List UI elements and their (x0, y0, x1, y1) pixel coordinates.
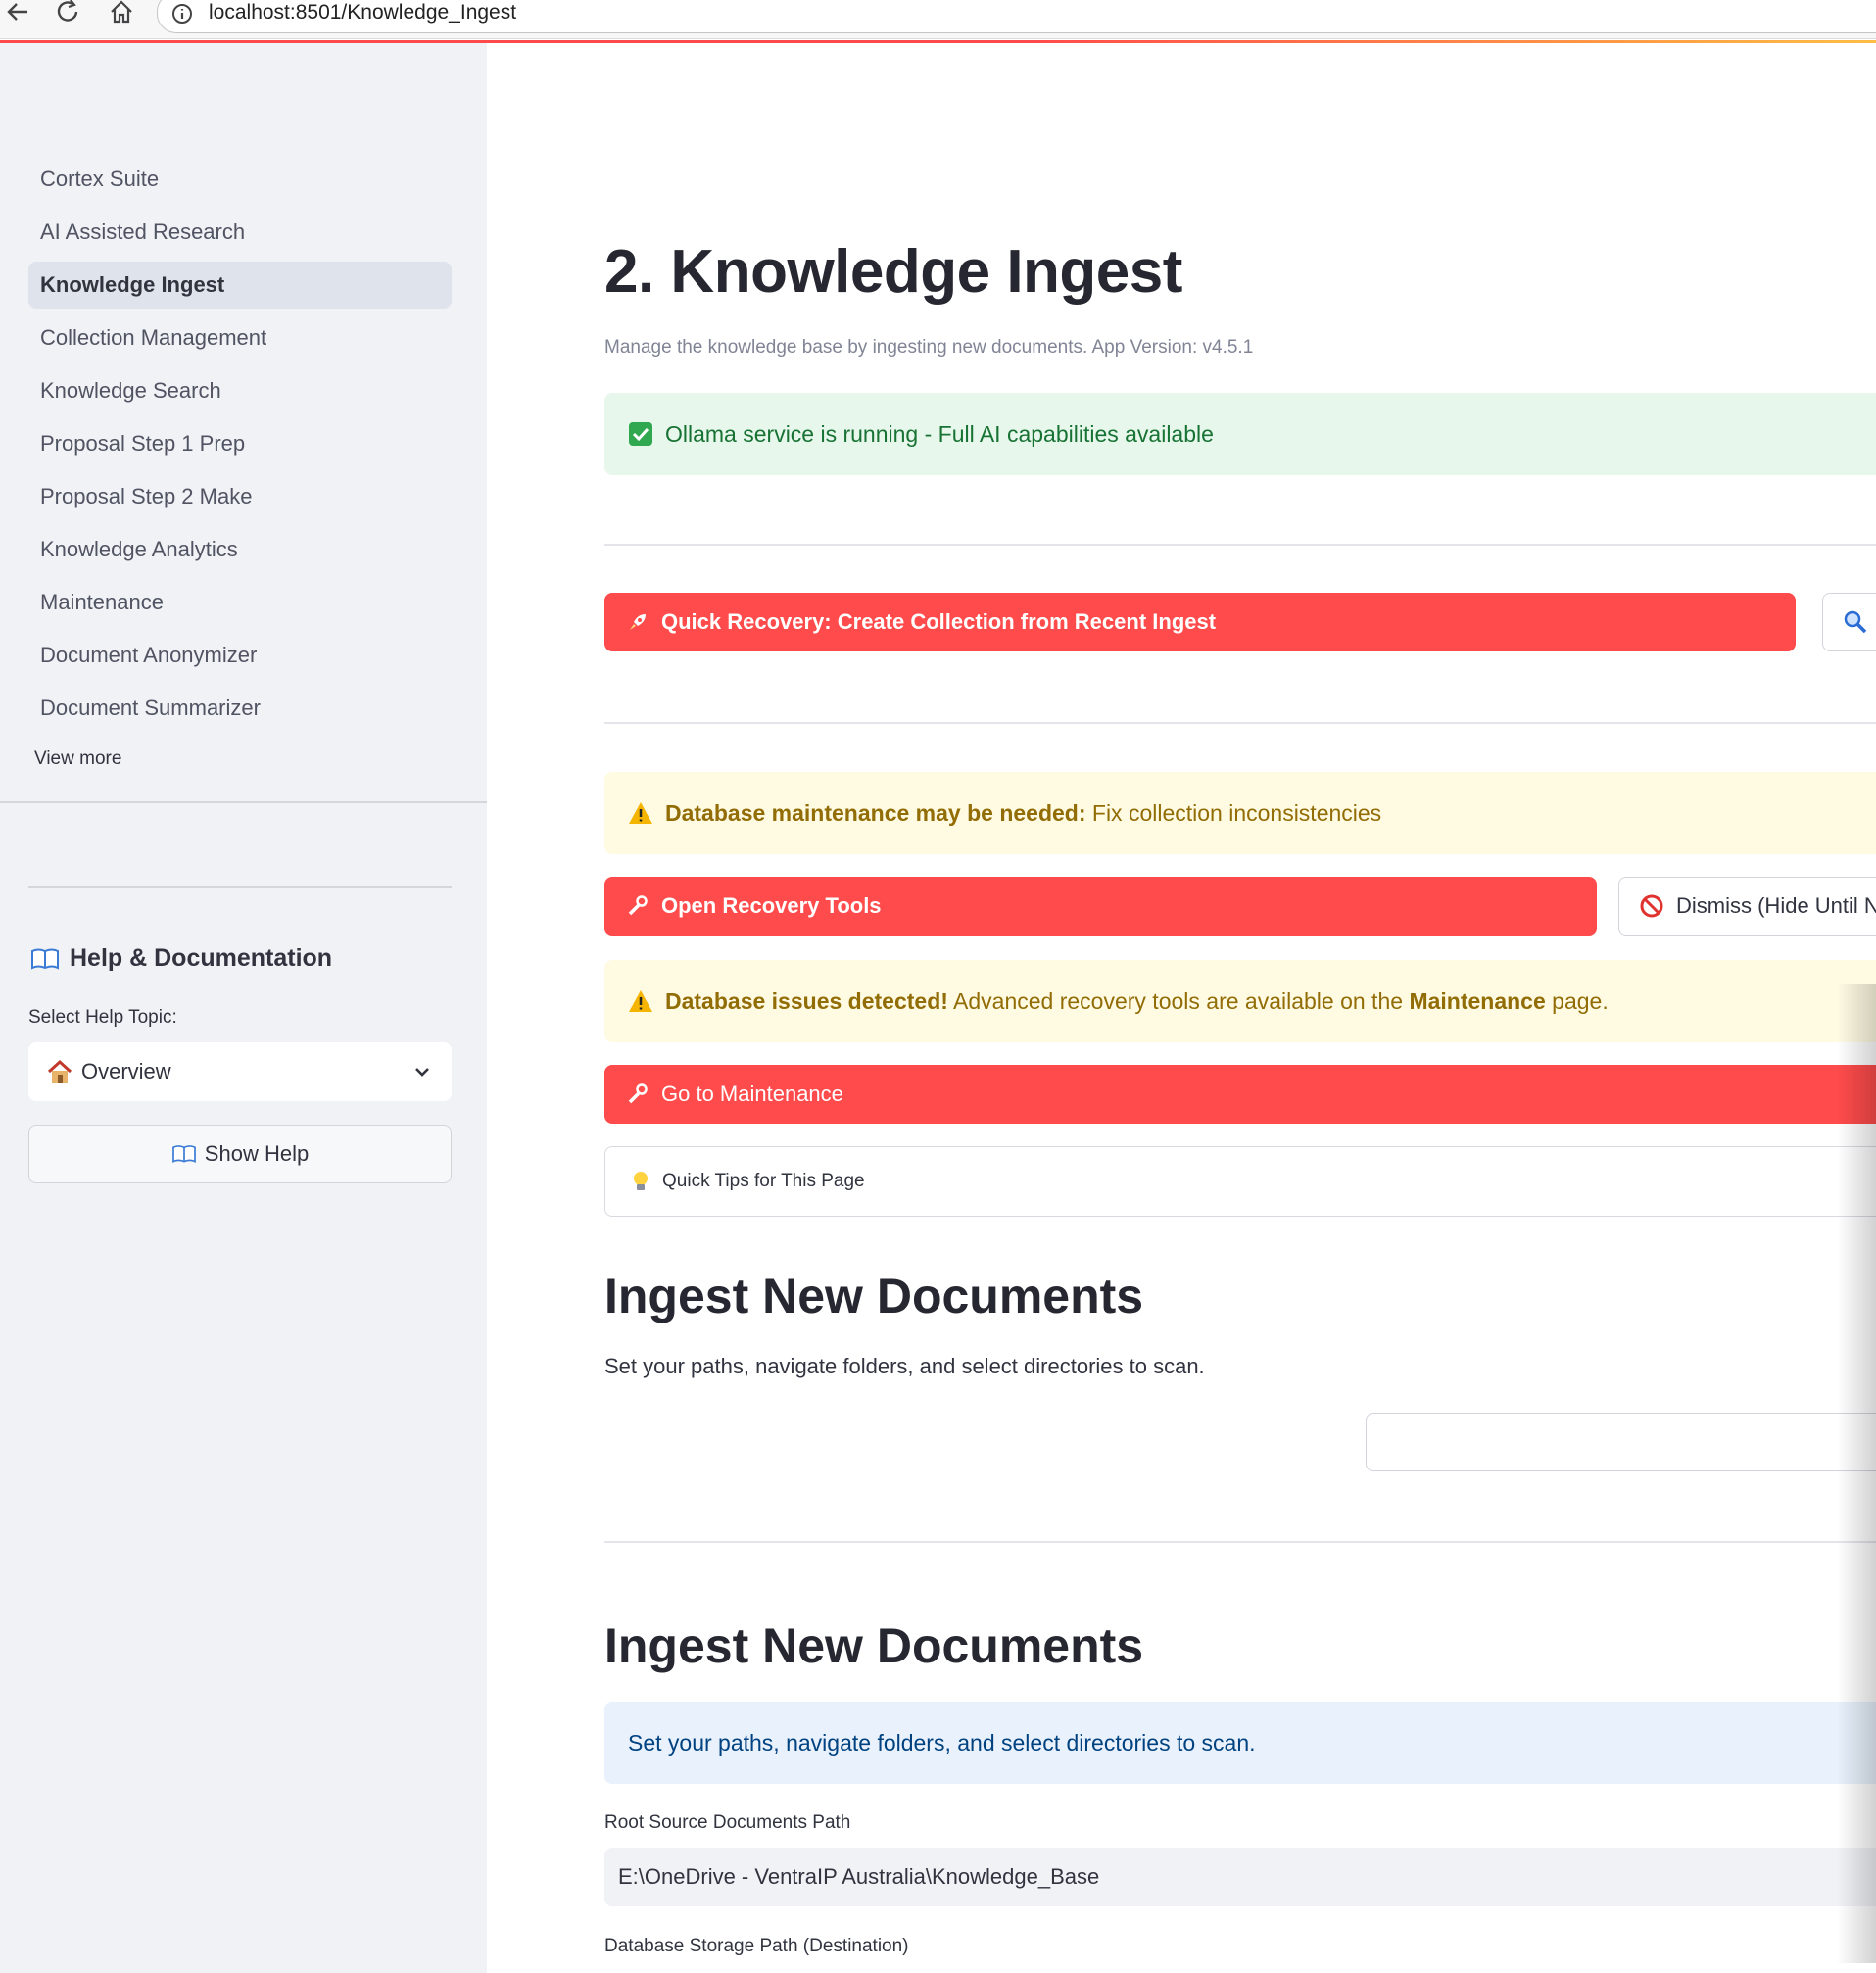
open-recovery-label: Open Recovery Tools (661, 893, 882, 918)
dismiss-button[interactable]: Dismiss (Hide Until N (1618, 877, 1876, 936)
sidebar-nav: Cortex Suite AI Assisted Research Knowledg… (28, 156, 452, 738)
sidebar-item-cortex-suite[interactable]: Cortex Suite (28, 156, 452, 203)
ingest-info-alert: Set your paths, navigate folders, and se… (604, 1702, 1876, 1784)
db-issues-detail: Advanced recovery tools are available on… (953, 987, 1404, 1014)
open-recovery-tools-button[interactable]: Open Recovery Tools (604, 877, 1597, 936)
sidebar-divider (0, 801, 487, 803)
divider (604, 722, 1876, 724)
db-maintenance-bold: Database maintenance may be needed: (665, 799, 1086, 826)
quick-tips-expander[interactable]: Quick Tips for This Page (604, 1146, 1876, 1217)
address-bar[interactable]: localhost:8501/Knowledge_Ingest (157, 0, 1876, 33)
warning-icon (628, 988, 653, 1014)
wrench-icon (626, 1083, 649, 1106)
db-issues-text: Database issues detected! Advanced recov… (665, 988, 1609, 1015)
help-topic-select[interactable]: Overview (28, 1042, 452, 1101)
divider (604, 1541, 1876, 1543)
go-to-maintenance-button[interactable]: Go to Maintenance (604, 1065, 1876, 1124)
book-icon (30, 946, 60, 972)
page-subtitle: Manage the knowledge base by ingesting n… (604, 337, 1254, 358)
sidebar-item-knowledge-ingest[interactable]: Knowledge Ingest (28, 262, 452, 309)
sidebar-item-collection-management[interactable]: Collection Management (28, 314, 452, 361)
show-help-label: Show Help (204, 1141, 310, 1166)
sidebar-item-knowledge-analytics[interactable]: Knowledge Analytics (28, 526, 452, 573)
quick-tips-label: Quick Tips for This Page (662, 1171, 865, 1191)
check-box-icon (628, 421, 653, 447)
sidebar-divider (28, 886, 452, 888)
help-heading: Help & Documentation (30, 944, 332, 973)
sidebar-item-maintenance[interactable]: Maintenance (28, 579, 452, 626)
wrench-icon (626, 894, 649, 918)
ingest-heading: Ingest New Documents (604, 1269, 1144, 1323)
magnifier-icon (1843, 609, 1868, 635)
empty-text-input[interactable] (1366, 1413, 1876, 1471)
quick-recovery-button[interactable]: Quick Recovery: Create Collection from R… (604, 593, 1796, 651)
maintenance-link-text: Maintenance (1409, 987, 1546, 1014)
root-path-value: E:\OneDrive - VentraIP Australia\Knowled… (618, 1864, 1100, 1889)
home-icon[interactable] (108, 0, 135, 25)
db-issues-alert: Database issues detected! Advanced recov… (604, 960, 1876, 1042)
warning-icon (628, 800, 653, 826)
show-help-button[interactable]: Show Help (28, 1125, 452, 1183)
db-maintenance-detail: Fix collection inconsistencies (1091, 799, 1382, 826)
db-maintenance-alert: Database maintenance may be needed: Fix … (604, 772, 1876, 854)
house-icon (46, 1059, 73, 1084)
sidebar-item-document-summarizer[interactable]: Document Summarizer (28, 685, 452, 732)
chevron-down-icon (412, 1062, 432, 1082)
sidebar-item-knowledge-search[interactable]: Knowledge Search (28, 367, 452, 414)
ollama-status-text: Ollama service is running - Full AI capa… (665, 420, 1214, 447)
quick-recovery-label: Quick Recovery: Create Collection from R… (661, 609, 1217, 634)
lightbulb-icon (631, 1170, 650, 1193)
main-content: 2. Knowledge Ingest Manage the knowledge… (487, 43, 1876, 1973)
site-info-icon[interactable] (171, 3, 193, 24)
rocket-icon (626, 610, 649, 634)
help-topic-label: Select Help Topic: (28, 1007, 177, 1028)
sidebar-item-proposal-step-1-prep[interactable]: Proposal Step 1 Prep (28, 420, 452, 467)
help-heading-text: Help & Documentation (70, 944, 333, 972)
db-issues-bold: Database issues detected! (665, 987, 948, 1014)
reload-icon[interactable] (55, 0, 82, 25)
sidebar: Cortex Suite AI Assisted Research Knowledg… (0, 43, 487, 1973)
right-edge-shadow (1837, 984, 1876, 1963)
divider (604, 544, 1876, 546)
ollama-status-alert: Ollama service is running - Full AI capa… (604, 393, 1876, 475)
root-path-input[interactable]: E:\OneDrive - VentraIP Australia\Knowled… (604, 1848, 1876, 1906)
db-maintenance-text: Database maintenance may be needed: Fix … (665, 800, 1381, 827)
search-collection-button[interactable] (1822, 593, 1876, 651)
url-text: localhost:8501/Knowledge_Ingest (209, 1, 517, 24)
go-to-maintenance-label: Go to Maintenance (661, 1082, 843, 1106)
sidebar-item-proposal-step-2-make[interactable]: Proposal Step 2 Make (28, 473, 452, 520)
page-title: 2. Knowledge Ingest (604, 238, 1182, 306)
back-arrow-icon[interactable] (4, 0, 31, 25)
dismiss-label: Dismiss (Hide Until N (1676, 893, 1876, 918)
browser-toolbar: localhost:8501/Knowledge_Ingest (0, 0, 1876, 39)
help-topic-value: Overview (81, 1059, 171, 1083)
book-icon (171, 1143, 197, 1165)
root-path-label: Root Source Documents Path (604, 1812, 851, 1833)
db-issues-end: page. (1552, 987, 1609, 1014)
no-entry-icon (1639, 893, 1664, 919)
sidebar-item-document-anonymizer[interactable]: Document Anonymizer (28, 632, 452, 679)
ingest-description: Set your paths, navigate folders, and se… (604, 1354, 1205, 1378)
db-path-label: Database Storage Path (Destination) (604, 1936, 909, 1956)
ingest-info-text: Set your paths, navigate folders, and se… (628, 1729, 1256, 1756)
view-more-link[interactable]: View more (34, 748, 121, 770)
sidebar-item-ai-assisted-research[interactable]: AI Assisted Research (28, 209, 452, 256)
ingest-heading-secondary: Ingest New Documents (604, 1618, 1144, 1673)
